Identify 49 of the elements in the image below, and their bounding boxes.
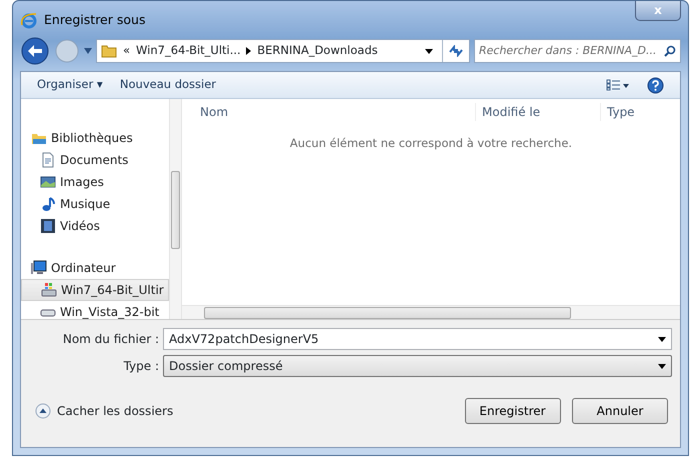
- picture-icon: [40, 174, 56, 190]
- caret-icon[interactable]: [658, 336, 666, 342]
- chevron-icon[interactable]: [246, 47, 252, 55]
- empty-message: Aucun élément ne correspond à votre recherche.: [288, 135, 574, 152]
- help-icon[interactable]: [647, 76, 664, 94]
- refresh-icon[interactable]: [448, 45, 464, 57]
- cancel-button[interactable]: Annuler: [572, 398, 668, 424]
- scroll-thumb[interactable]: [171, 171, 180, 249]
- breadcrumb-overflow[interactable]: «: [123, 42, 130, 60]
- caret-icon[interactable]: [658, 364, 666, 369]
- hide-folders-link[interactable]: Cacher les dossiers: [57, 402, 174, 420]
- film-icon: [40, 218, 56, 234]
- document-icon: [40, 152, 56, 168]
- scroll-thumb[interactable]: [204, 306, 571, 318]
- breadcrumb-item[interactable]: Win7_64-Bit_Ulti...: [136, 42, 241, 60]
- sidebar-item[interactable]: Documents: [21, 149, 169, 171]
- field-label: Nom du fichier :: [62, 331, 159, 348]
- breadcrumb-item[interactable]: BERNINA_Downloads: [257, 42, 378, 60]
- field-label: Type :: [122, 358, 159, 376]
- address-bar[interactable]: « Win7_64-Bit_Ulti... BERNINA_Downloads: [96, 39, 470, 63]
- back-icon[interactable]: [20, 36, 50, 66]
- drive-icon: [41, 282, 57, 298]
- sidebar-item[interactable]: Musique: [21, 193, 169, 215]
- column-header[interactable]: Type: [600, 103, 680, 121]
- toolbar-button[interactable]: Nouveau dossier: [120, 76, 216, 94]
- sidebar-item[interactable]: Vidéos: [21, 215, 169, 237]
- folder-icon: [101, 43, 117, 59]
- sidebar-item[interactable]: Win_Vista_32-bit: [21, 301, 169, 319]
- sidebar-item[interactable]: Win7_64-Bit_Ultir: [21, 279, 169, 301]
- computer-icon: [31, 260, 47, 276]
- collapse-icon[interactable]: [35, 402, 51, 419]
- search-icon: [664, 45, 676, 57]
- sidebar-item[interactable]: Images: [21, 171, 169, 193]
- type-dropdown[interactable]: Dossier compressé: [163, 355, 672, 378]
- browser-logo-icon: [20, 11, 38, 29]
- view-list-icon[interactable]: [606, 79, 630, 91]
- vertical-scrollbar[interactable]: [169, 99, 181, 319]
- horizontal-scrollbar[interactable]: [182, 305, 680, 319]
- music-note-icon: [40, 196, 56, 212]
- caret-icon[interactable]: [425, 48, 434, 54]
- save-button[interactable]: Enregistrer: [464, 398, 560, 424]
- column-header[interactable]: Modifié le: [475, 103, 600, 121]
- filename-field[interactable]: AdxV72patchDesignerV5: [163, 328, 672, 350]
- search-field[interactable]: Rechercher dans : BERNINA_D...: [474, 39, 681, 63]
- sidebar-item[interactable]: Bibliothèques: [21, 127, 169, 149]
- window-title: Enregistrer sous: [44, 10, 146, 29]
- column-header[interactable]: Nom: [182, 103, 475, 121]
- toolbar-button[interactable]: Organiser ▾: [37, 76, 103, 94]
- sidebar-item[interactable]: Ordinateur: [21, 257, 169, 279]
